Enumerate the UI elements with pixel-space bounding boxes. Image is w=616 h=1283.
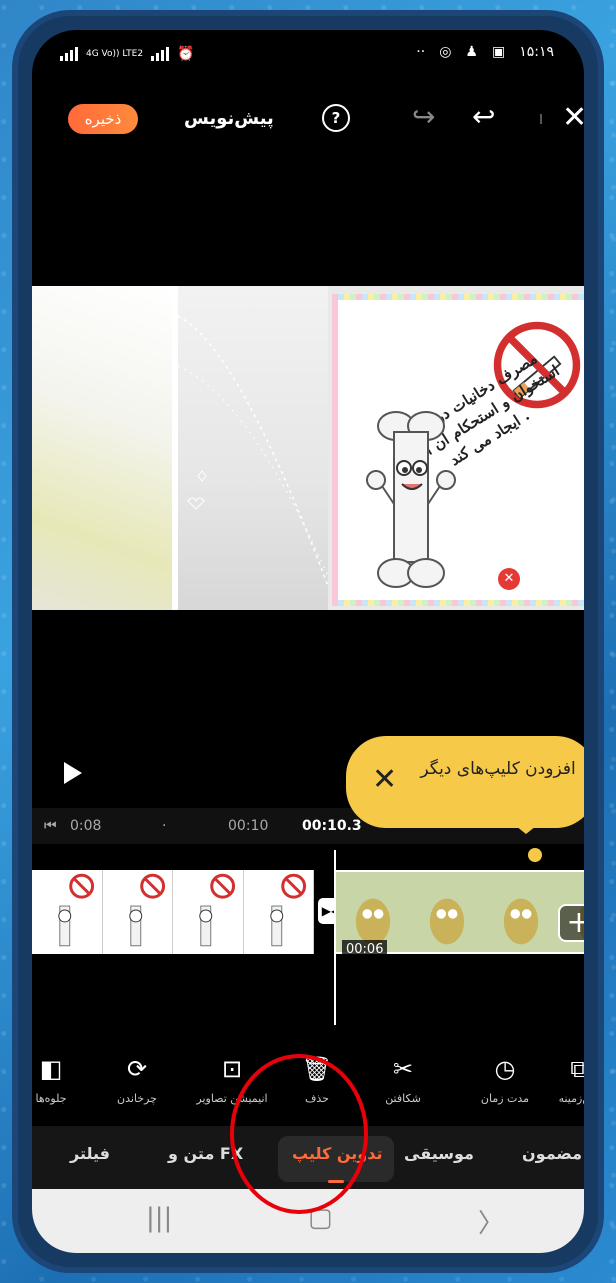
remove-sticker-icon[interactable]: ✕ xyxy=(498,568,520,590)
tool-label: شکافتن xyxy=(385,1092,421,1105)
app-bar: ذخیره پیش‌نویس ? ↪ ↩ ✕ xyxy=(32,90,584,146)
gallery-icon: ▣ xyxy=(491,44,506,60)
alarm-icon: ⏰ xyxy=(177,46,195,62)
decorative-wave-icon xyxy=(178,315,328,587)
status-right: ·· ◎ ♟ ▣ ۱۵:۱۹ xyxy=(416,44,554,60)
tool-label: جلوه‌ها xyxy=(35,1092,67,1105)
signal-2-icon xyxy=(151,47,170,61)
playhead[interactable] xyxy=(334,850,336,1025)
tool-effects[interactable]: ◧ جلوه‌ها xyxy=(32,1052,92,1105)
clip-thumbnail xyxy=(173,870,244,954)
skip-start-icon[interactable]: ⏮ xyxy=(44,818,57,834)
current-time: 00:10.3 xyxy=(302,818,362,834)
add-clip-button[interactable]: + xyxy=(558,904,584,942)
tool-duration[interactable]: ◷ مدت زمان xyxy=(464,1052,546,1105)
hint-dot xyxy=(528,848,542,862)
back-icon[interactable]: 〉 xyxy=(478,1203,504,1240)
rotate-icon: ⟳ xyxy=(126,1055,148,1083)
ruler-time-mid: 00:10 xyxy=(228,818,269,834)
network-label: 4G Vo)) LTE2 xyxy=(86,48,144,59)
close-icon[interactable]: ✕ xyxy=(562,100,584,135)
clip-thumbnail xyxy=(410,872,484,952)
duration-icon: ◷ xyxy=(494,1055,516,1083)
notification-icon: ♟ xyxy=(465,44,478,60)
preview-middle-panel xyxy=(178,286,328,610)
video-preview[interactable]: مصرف دخانیات در ساخت استخوان و استحکام آ… xyxy=(32,286,584,610)
add-clips-tooltip: ✕ افزودن کلیپ‌های دیگر xyxy=(346,736,584,834)
effects-icon: ◧ xyxy=(39,1055,63,1083)
clip-thumbnail xyxy=(102,870,173,954)
play-icon[interactable] xyxy=(64,762,82,784)
scissors-icon: ✂ xyxy=(392,1055,414,1083)
whatsapp-icon: ◎ xyxy=(439,44,452,60)
page-title: پیش‌نویس xyxy=(184,108,274,129)
tooltip-close-icon[interactable]: ✕ xyxy=(372,762,397,797)
save-button[interactable]: ذخیره xyxy=(68,104,138,134)
more-icon: ·· xyxy=(416,44,426,60)
clock-time: ۱۵:۱۹ xyxy=(519,44,554,60)
tab-filter[interactable]: فیلتر xyxy=(70,1144,110,1163)
clip-duration-badge: 00:06 xyxy=(342,940,388,959)
annotation-circle xyxy=(230,1054,368,1214)
ruler-tick: · xyxy=(162,818,167,834)
tool-split[interactable]: ✂ شکافتن xyxy=(362,1052,444,1105)
undo-icon[interactable]: ↩ xyxy=(472,100,495,133)
tool-rotate[interactable]: ⟳ چرخاندن xyxy=(96,1052,178,1105)
recent-apps-icon[interactable]: ||| xyxy=(146,1203,172,1233)
status-left: 4G Vo)) LTE2 ⏰ xyxy=(60,46,195,62)
help-icon[interactable]: ? xyxy=(322,104,350,132)
bone-character-icon xyxy=(366,411,456,588)
tool-label: چرخاندن xyxy=(117,1092,157,1105)
preview-left-panel xyxy=(32,286,172,610)
clip-thumbnail xyxy=(484,872,558,952)
tab-music[interactable]: موسیقی xyxy=(404,1144,474,1163)
signal-icon xyxy=(60,47,78,61)
clip-thumbnail xyxy=(243,870,314,954)
poster-image: مصرف دخانیات در ساخت استخوان و استحکام آ… xyxy=(332,294,584,606)
tool-label: مدت زمان xyxy=(480,1092,530,1105)
tab-theme[interactable]: مضمون xyxy=(522,1144,582,1163)
redo-icon[interactable]: ↪ xyxy=(412,100,435,133)
divider xyxy=(540,114,542,124)
status-bar: 4G Vo)) LTE2 ⏰ ·· ◎ ♟ ▣ ۱۵:۱۹ xyxy=(32,30,584,76)
clip-timeline[interactable]: ▶◀ 00:06 + xyxy=(32,866,584,962)
clip-strip-1[interactable] xyxy=(32,870,314,954)
tooltip-text: افزودن کلیپ‌های دیگر xyxy=(420,759,576,779)
clip-thumbnail xyxy=(32,870,103,954)
ruler-time-start: 0:08 xyxy=(70,818,102,834)
